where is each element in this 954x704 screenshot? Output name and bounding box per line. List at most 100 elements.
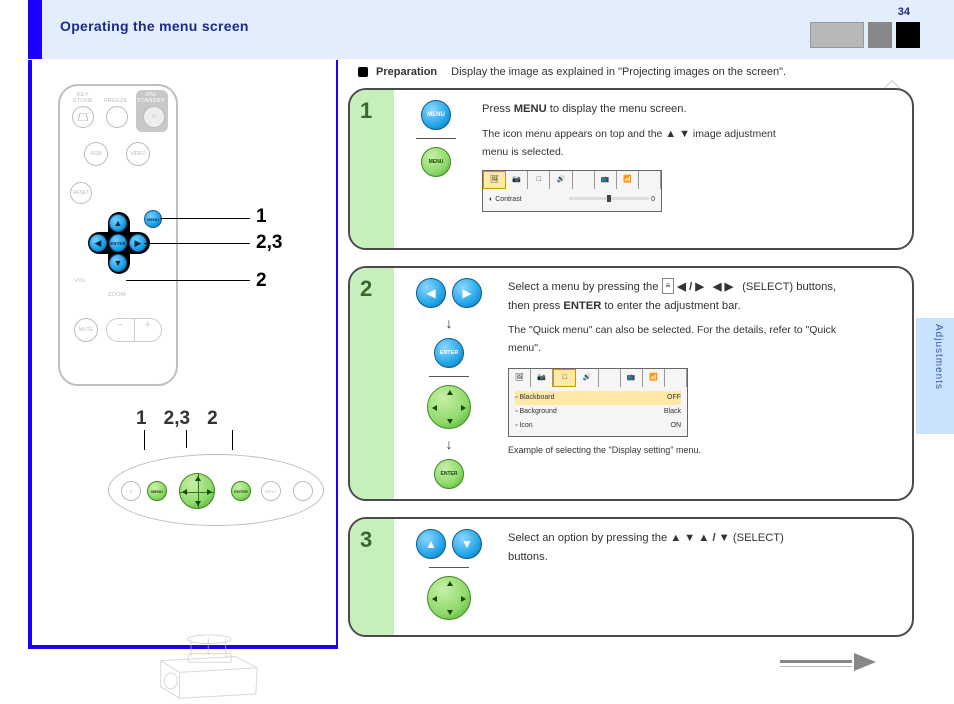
step2-menu-mock: 🖼 📷 □ 🔊 📺 📶 ▫ BlackboardOFF bbox=[508, 368, 688, 438]
ent: ENTER bbox=[440, 350, 459, 356]
zoom-label: ZOOM bbox=[108, 292, 126, 298]
rgb-button: RGB bbox=[84, 142, 108, 166]
menu-tab-7 bbox=[639, 171, 661, 189]
keystone-button bbox=[72, 106, 94, 128]
menu-tab-0: 🖼 bbox=[483, 171, 506, 189]
right-arrow-icon: ▶ bbox=[452, 278, 482, 308]
left-column: KEY STONE FREEZE ON/ STANDBY ⏻ RGB VIDEO… bbox=[48, 84, 328, 386]
menu-label: MENU bbox=[147, 217, 159, 222]
flow-arrow-1: ↓ bbox=[446, 316, 453, 330]
step1-buttons: MENU MENU bbox=[416, 100, 456, 212]
menu-text: MENU bbox=[427, 112, 445, 118]
reset-label: RESET bbox=[73, 190, 90, 196]
s1sa: The icon menu appears on top and the bbox=[482, 128, 665, 140]
tri-left-icon: ◀ bbox=[95, 238, 102, 249]
leader-down: 2 bbox=[256, 270, 267, 292]
tri-right-icon: ▶ bbox=[135, 238, 142, 249]
panel-menu-label: MENU bbox=[151, 489, 163, 494]
dpad-enter: ENTER bbox=[109, 234, 127, 252]
contents-button[interactable] bbox=[810, 22, 864, 48]
video-label: VIDEO bbox=[130, 151, 146, 157]
step-1-number: 1 bbox=[360, 98, 372, 124]
r1v: Black bbox=[664, 406, 681, 418]
s3a: Select an option by pressing the bbox=[508, 532, 670, 544]
menu-tab-6: 📶 bbox=[617, 171, 639, 189]
panel-lbl-1: 1 bbox=[136, 408, 147, 429]
step3-buttons: ▲ ▼ bbox=[416, 529, 482, 620]
panel-top-labels: 1 2,3 2 bbox=[96, 408, 336, 430]
panel-enter-label: ENTER bbox=[234, 489, 248, 494]
left-arrow-icon: ◀ bbox=[416, 278, 446, 308]
menu-button-green-icon: MENU bbox=[421, 147, 451, 177]
panel-power-button: ⏻ bbox=[121, 481, 141, 501]
ent2: ENTER bbox=[441, 471, 458, 477]
step-3-number: 3 bbox=[360, 527, 372, 553]
m2t3: 🔊 bbox=[576, 369, 598, 387]
leader-line-2 bbox=[144, 243, 250, 244]
accent-strip bbox=[28, 0, 42, 59]
s2ex: Example of selecting the "Display settin… bbox=[508, 443, 848, 458]
panel-input-label: INPUT bbox=[265, 489, 277, 494]
u3: ▲ bbox=[425, 537, 437, 551]
section-tab: Adjustments bbox=[916, 318, 954, 434]
m2t0: 🖼 bbox=[509, 369, 531, 387]
s3d: ▼ bbox=[684, 532, 695, 544]
r2v: ON bbox=[671, 420, 682, 432]
panel-enter-button: ENTER bbox=[231, 481, 251, 501]
menu-tab-1: 📷 bbox=[506, 171, 528, 189]
step-3-box: 3 ▲ ▼ Select an opti bbox=[348, 517, 914, 637]
freeze-button bbox=[106, 106, 128, 128]
s1b: MENU bbox=[514, 103, 547, 115]
left-rule bbox=[28, 60, 32, 646]
video-button: VIDEO bbox=[126, 142, 150, 166]
m2t6: 📶 bbox=[643, 369, 665, 387]
step-2-box: 2 ◀ ▶ ↓ ENTER ↓ bbox=[348, 266, 914, 501]
panel-select-pad bbox=[179, 473, 215, 509]
continued-arrow[interactable] bbox=[780, 656, 876, 668]
s2sub: The "Quick menu" can also be selected. F… bbox=[508, 322, 848, 358]
enter-button-green-icon: ENTER bbox=[434, 459, 464, 489]
section-tab-label: Adjustments bbox=[933, 324, 944, 444]
remote-control-diagram: KEY STONE FREEZE ON/ STANDBY ⏻ RGB VIDEO… bbox=[58, 84, 178, 386]
step2-buttons: ◀ ▶ ↓ ENTER ↓ ENTER bbox=[416, 278, 482, 489]
s2-rgt: ▶ bbox=[725, 281, 733, 293]
up-icon: ▲ bbox=[665, 128, 676, 140]
rgb-label: RGB bbox=[91, 151, 102, 157]
lft: ◀ bbox=[426, 286, 435, 300]
select-pad-green-icon bbox=[427, 385, 471, 429]
menu-tab-4 bbox=[573, 171, 595, 189]
vol-label: VOL bbox=[74, 278, 86, 284]
control-panel-diagram: 1 2,3 2 ⏻ MENU ENTER INPUT bbox=[102, 440, 352, 526]
m2t1: 📷 bbox=[531, 369, 553, 387]
on-standby-button: ⏻ bbox=[143, 106, 165, 128]
r1l: Background bbox=[519, 408, 556, 415]
dpad-down: ▼ bbox=[109, 254, 127, 272]
mute-button: MUTE bbox=[74, 318, 98, 342]
step3-text: Select an option by pressing the ▲ ▼ ▲ /… bbox=[508, 529, 808, 620]
s1-val: 0 bbox=[651, 196, 655, 203]
mute-label: MUTE bbox=[79, 327, 93, 333]
leader-menu: 1 bbox=[256, 206, 267, 228]
panel-input-button: INPUT bbox=[261, 481, 281, 501]
keystone-label: KEY STONE bbox=[70, 92, 96, 104]
m2t4 bbox=[599, 369, 621, 387]
leader-enter: 2,3 bbox=[256, 232, 282, 254]
preparation-text: Display the image as explained in "Proje… bbox=[451, 66, 786, 78]
leader-line-1 bbox=[160, 218, 250, 219]
projector-illustration bbox=[144, 632, 274, 704]
enter-label: ENTER bbox=[110, 241, 125, 246]
nav-next-button[interactable] bbox=[896, 22, 920, 48]
s1-opt: Contrast bbox=[495, 196, 521, 203]
power-icon: ⏻ bbox=[152, 114, 156, 120]
column-separator bbox=[336, 60, 338, 649]
nav-back-button[interactable] bbox=[868, 22, 892, 48]
r0l: Blackboard bbox=[519, 394, 554, 401]
dpad-left: ◀ bbox=[89, 234, 107, 252]
page-title: Operating the menu screen bbox=[60, 18, 249, 34]
down-arrow-icon: ▼ bbox=[452, 529, 482, 559]
preparation-row: Preparation Display the image as explain… bbox=[358, 66, 914, 78]
r0v: OFF bbox=[667, 392, 681, 404]
page-number: 34 bbox=[898, 6, 910, 18]
tri-down-icon: ▼ bbox=[114, 258, 123, 268]
step-1-box: 1 MENU MENU Press MENU to display the me… bbox=[348, 88, 914, 250]
